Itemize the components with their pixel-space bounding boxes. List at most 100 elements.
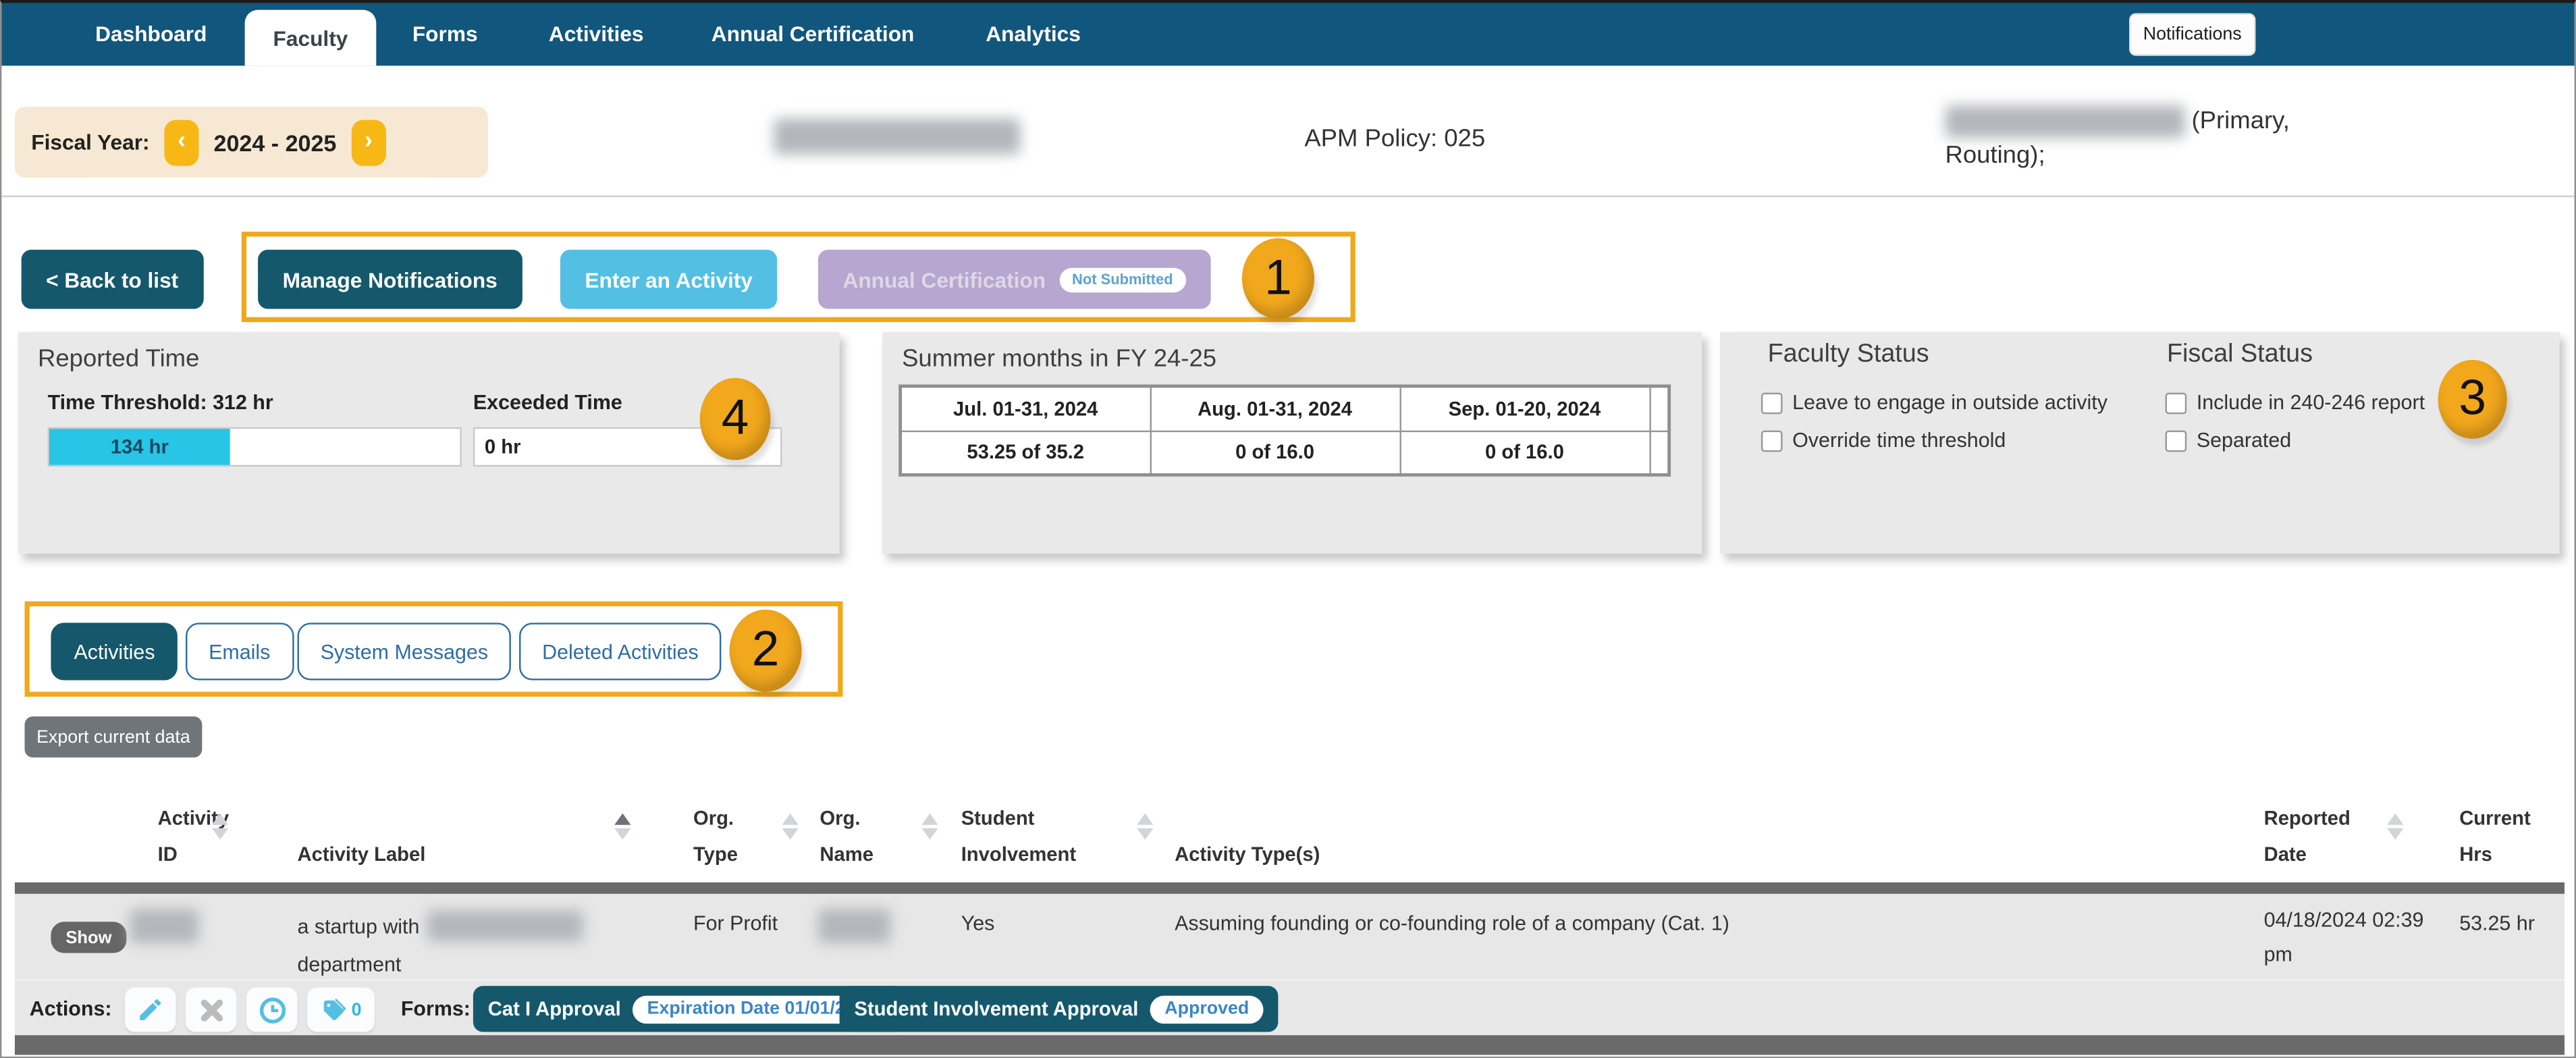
col-activity-types[interactable]: Activity Type(s) [1175,837,1320,873]
sort-icon-activity-id[interactable] [211,813,229,840]
override-threshold-label: Override time threshold [1792,429,2006,452]
redacted-org-name [817,908,891,943]
include-240-246-checkbox[interactable] [2165,392,2187,414]
exceeded-time-label: Exceeded Time [473,391,622,415]
time-threshold-label: Time Threshold: 312 hr [47,391,273,415]
fiscal-year-value: 2024 - 2025 [213,129,337,155]
summer-col-spacer [1648,385,1670,431]
activity-history-button[interactable] [246,987,298,1032]
reported-date-cell: 04/18/2024 02:39 [2263,908,2424,932]
enter-activity-button[interactable]: Enter an Activity [560,249,778,309]
reported-time-panel: Reported Time Time Threshold: 312 hr 134… [18,332,840,554]
col-reported-date[interactable]: Reported Date [2264,800,2351,872]
activity-label-text2: department [297,953,402,976]
summer-value-cell: 53.25 of 35.2 [899,429,1151,476]
summer-months-title: Summer months in FY 24-25 [902,345,1217,373]
separated-checkbox[interactable] [2165,429,2187,452]
chevron-right-icon: › [364,126,373,155]
tab-emails[interactable]: Emails [186,623,294,681]
summer-col-header: Jul. 01-31, 2024 [899,385,1151,431]
reported-time-progressbar: 134 hr [47,427,462,467]
nav-tab-analytics[interactable]: Analytics [986,22,1081,47]
page-header: Fiscal Year: ‹ 2024 - 2025 › APM Policy:… [1,82,2575,198]
forms-label: Forms: [400,997,471,1021]
redacted-faculty-name [774,118,1021,155]
reported-date-cell2: pm [2263,943,2292,966]
summer-months-table: Jul. 01-31, 2024 Aug. 01-31, 2024 Sep. 0… [898,384,1671,477]
col-activity-label[interactable]: Activity Label [297,837,425,873]
table-bottom-divider [14,1035,2565,1055]
summer-months-panel: Summer months in FY 24-25 Jul. 01-31, 20… [882,332,1702,554]
appointment-line2: Routing); [1945,141,2045,169]
col-student-involvement[interactable]: Student Involvement [961,800,1076,872]
col-org-type[interactable]: Org. Type [693,800,738,872]
form-name: Student Involvement Approval [854,997,1139,1021]
annotation-circle-3: 3 [2438,359,2507,439]
nav-tab-activities[interactable]: Activities [549,22,644,47]
apm-policy-text: APM Policy: 025 [1304,124,1486,153]
current-hrs-cell: 53.25 hr [2459,911,2535,935]
sort-icon-org-type[interactable] [782,813,799,840]
nav-tab-annual-certification[interactable]: Annual Certification [712,22,915,47]
sort-icon-reported-date[interactable] [2387,813,2404,840]
col-current-hrs[interactable]: Current Hrs [2459,800,2530,872]
app-window: Dashboard Faculty Forms Activities Annua… [0,0,2576,1058]
not-submitted-badge: Not Submitted [1058,267,1187,292]
pencil-icon [140,999,161,1021]
activity-label-text: a startup with [297,914,420,938]
tags-button[interactable]: 0 [307,987,375,1032]
summer-value-cell: 0 of 16.0 [1399,429,1651,476]
reported-time-value: 134 hr [49,429,230,465]
separated-label: Separated [2196,429,2292,452]
delete-activity-button[interactable] [186,987,237,1032]
nav-tab-dashboard[interactable]: Dashboard [95,22,207,47]
annotation-circle-2: 2 [729,609,802,692]
notifications-button[interactable]: Notifications [2129,13,2256,56]
leave-outside-activity-checkbox[interactable] [1761,392,1783,414]
sort-icon-org-name[interactable] [921,813,938,840]
summer-value-cell: 0 of 16.0 [1149,429,1401,476]
sort-icon-student-involvement[interactable] [1137,813,1154,840]
back-to-list-button[interactable]: < Back to list [21,249,203,309]
manage-notifications-button[interactable]: Manage Notifications [258,249,522,309]
col-org-name[interactable]: Org. Name [820,800,874,872]
annotation-circle-4: 4 [699,377,771,460]
fiscal-year-label: Fiscal Year: [31,130,150,155]
include-240-246-label: Include in 240-246 report [2196,391,2425,415]
appointment-line1: (Primary, [2191,107,2290,135]
redacted-department-name [1945,104,2185,138]
summer-col-header: Sep. 01-20, 2024 [1399,385,1651,431]
fiscal-status-title: Fiscal Status [2167,340,2313,369]
annual-certification-button[interactable]: Annual Certification Not Submitted [817,249,1211,309]
annotation-circle-1: 1 [1241,238,1314,319]
show-row-button[interactable]: Show [51,922,127,953]
tab-deleted-activities[interactable]: Deleted Activities [519,623,722,681]
nav-tab-forms[interactable]: Forms [412,22,478,47]
x-icon [200,999,222,1021]
redacted-company-name [427,910,584,942]
org-type-cell: For Profit [693,911,778,935]
sort-icon-activity-label-active[interactable] [614,813,631,840]
tag-count: 0 [351,999,362,1020]
appointment-text: (Primary, Routing); [1945,103,2355,172]
summer-value-spacer [1648,429,1670,476]
override-threshold-checkbox[interactable] [1761,429,1783,452]
faculty-status-title: Faculty Status [1767,340,1929,369]
activity-table-row: Show a startup with department For Profi… [14,893,2565,1036]
fiscal-year-next-button[interactable]: › [351,119,386,165]
student-involvement-form-button[interactable]: Student Involvement Approval Approved [839,986,1279,1032]
actions-label: Actions: [29,997,112,1021]
edit-activity-button[interactable] [124,987,176,1032]
nav-tab-faculty[interactable]: Faculty [244,9,377,66]
tab-system-messages[interactable]: System Messages [297,623,512,681]
tab-activities[interactable]: Activities [51,623,178,681]
table-header-divider [14,882,2565,894]
activity-types-cell: Assuming founding or co-founding role of… [1175,911,1729,935]
top-navbar: Dashboard Faculty Forms Activities Annua… [1,3,2575,66]
tag-icon [323,999,346,1021]
form-name: Cat I Approval [487,997,621,1021]
fiscal-year-prev-button[interactable]: ‹ [164,119,199,165]
activity-table-header: Activity ID Activity Label Org. Type Org. N… [1,792,2575,882]
export-current-data-button[interactable]: Export current data [24,716,203,758]
reported-time-title: Reported Time [37,345,200,373]
